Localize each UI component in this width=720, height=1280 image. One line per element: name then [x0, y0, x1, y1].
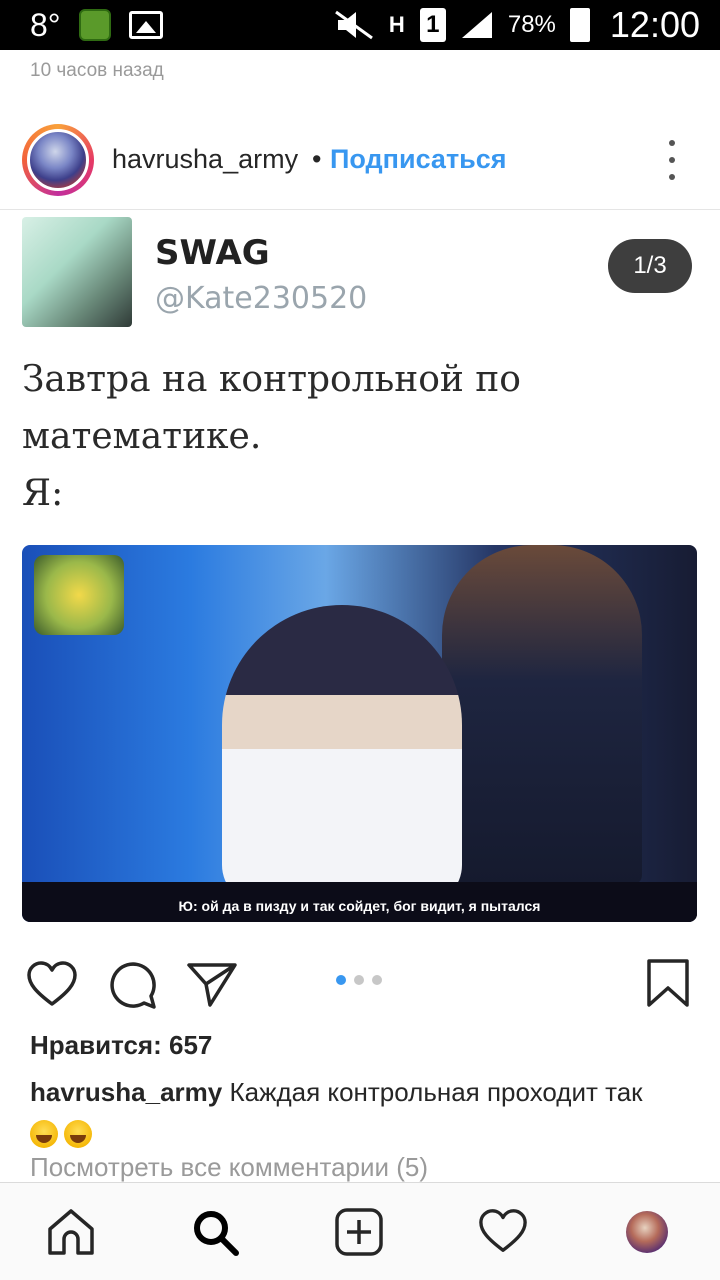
post-time-ago: 10 часов назад — [30, 60, 164, 81]
laughing-emoji-icon — [30, 1120, 58, 1149]
bookmark-icon[interactable] — [646, 958, 690, 1008]
clock-text: 12:00 — [609, 4, 700, 45]
mute-icon — [334, 10, 374, 40]
video-frame: Ю: ой да в пизду и так сойдет, бог видит… — [22, 545, 697, 922]
carousel-dot — [336, 975, 346, 985]
tweet-line: Я: — [22, 473, 64, 514]
shield-icon — [78, 9, 111, 41]
caption-text: Каждая контрольная проходит так — [229, 1077, 643, 1107]
bottom-nav — [0, 1182, 720, 1280]
send-icon[interactable] — [186, 960, 238, 1008]
user-avatar[interactable] — [22, 124, 94, 196]
carousel-indicator — [336, 975, 382, 985]
home-icon[interactable] — [46, 1207, 96, 1257]
comment-icon[interactable] — [108, 960, 158, 1010]
view-comments-link[interactable]: Посмотреть все комментарии (5) — [30, 1152, 428, 1183]
action-bar — [0, 950, 720, 1020]
tweet-name: SWAG — [155, 233, 270, 273]
post-username[interactable]: havrusha_army — [112, 144, 298, 175]
tweet-text: Завтра на контрольной по математике. Я: — [22, 351, 682, 522]
show-logo — [34, 555, 124, 635]
follow-button[interactable]: Подписаться — [330, 144, 507, 175]
battery-icon — [569, 8, 590, 42]
network-type-text: H — [388, 12, 405, 37]
battery-percent-text: 78% — [507, 11, 556, 38]
likes-count[interactable]: Нравится: 657 — [30, 1030, 212, 1061]
gallery-icon — [128, 11, 163, 39]
post-media[interactable]: SWAG @Kate230520 1/3 Завтра на контрольн… — [0, 211, 720, 941]
heart-icon[interactable] — [26, 960, 78, 1008]
signal-icon — [460, 10, 494, 40]
background-person — [442, 545, 642, 885]
carousel-dot — [354, 975, 364, 985]
post-caption: havrusha_army Каждая контрольная проходи… — [30, 1072, 700, 1152]
activity-heart-icon[interactable] — [478, 1207, 528, 1257]
search-icon[interactable] — [190, 1207, 240, 1257]
tweet-handle: @Kate230520 — [155, 281, 368, 316]
profile-avatar-image — [626, 1211, 668, 1253]
carousel-dot — [372, 975, 382, 985]
media-counter-badge: 1/3 — [608, 239, 692, 293]
laughing-emoji-icon — [64, 1120, 92, 1149]
post-header: havrusha_army • Подписаться — [0, 110, 720, 210]
tweet-line: Завтра на контрольной по — [22, 359, 521, 400]
avatar-image — [27, 129, 89, 191]
add-post-icon[interactable] — [334, 1207, 384, 1257]
sim-icon: 1 — [419, 8, 446, 42]
tweet-line: математике. — [22, 416, 262, 457]
tweet-avatar — [22, 217, 132, 327]
separator-dot: • — [312, 144, 322, 174]
profile-avatar[interactable] — [626, 1211, 676, 1261]
video-subtitle: Ю: ой да в пизду и так сойдет, бог видит… — [178, 898, 541, 914]
main-person — [222, 605, 462, 905]
more-vertical-icon[interactable] — [662, 140, 682, 180]
caption-username[interactable]: havrusha_army — [30, 1077, 222, 1107]
temperature-text: 8° — [30, 6, 61, 43]
status-bar: 8° H 1 78% 12:00 — [0, 0, 720, 50]
